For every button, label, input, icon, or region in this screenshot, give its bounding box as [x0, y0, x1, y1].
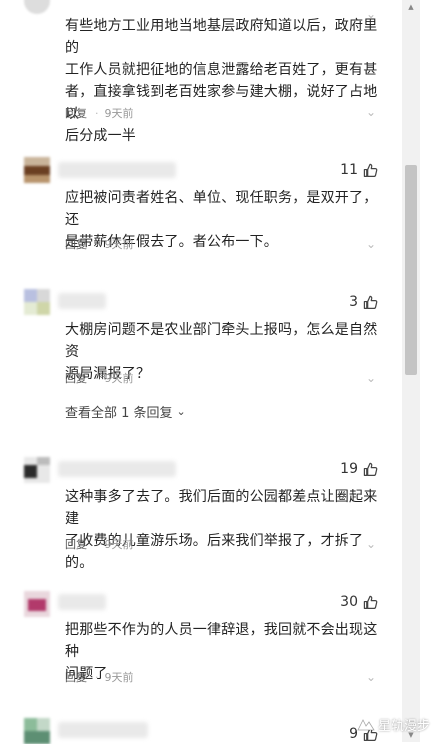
- watermark-text: 星轨漫步: [377, 719, 430, 734]
- scroll-up-arrow-icon[interactable]: ▲: [402, 0, 420, 14]
- more-options-icon[interactable]: ⌄: [364, 7, 378, 21]
- like-button[interactable]: 19: [340, 460, 378, 478]
- more-options-icon[interactable]: ⌄: [364, 371, 378, 385]
- comment-time: 9天前: [104, 107, 134, 120]
- view-all-replies-link[interactable]: 查看全部 1 条回复 ⌄: [65, 402, 186, 421]
- avatar[interactable]: [24, 591, 50, 617]
- avatar[interactable]: [24, 157, 50, 183]
- comment-time: 9天前: [104, 671, 134, 684]
- reply-button[interactable]: 回复: [65, 536, 87, 552]
- username-blurred[interactable]: [58, 162, 176, 178]
- comment-text: 有些地方工业用地当地基层政府知道以后，政府里的 工作人员就把征地的信息泄露给老百…: [65, 18, 378, 144]
- username-blurred[interactable]: [58, 722, 148, 738]
- username-blurred[interactable]: [58, 594, 106, 610]
- comment-time: 9天前: [104, 538, 134, 551]
- watermark: 星轨漫步: [357, 715, 430, 734]
- comment-meta: 回复 · 9天前: [65, 105, 134, 121]
- more-options-icon[interactable]: ⌄: [364, 105, 378, 119]
- more-options-icon[interactable]: ⌄: [364, 670, 378, 684]
- thumbs-up-icon: [363, 295, 378, 309]
- username-blurred[interactable]: [58, 293, 106, 309]
- comment-meta: 回复 · 9天前: [65, 370, 134, 386]
- like-count: 19: [340, 461, 358, 477]
- avatar[interactable]: [24, 289, 50, 315]
- like-button[interactable]: 30: [340, 593, 378, 611]
- avatar[interactable]: [24, 718, 50, 744]
- username-blurred[interactable]: [58, 461, 176, 477]
- like-count: 30: [340, 594, 358, 610]
- top-avatar-fragment: [24, 0, 50, 14]
- comment-time: 9天前: [104, 238, 134, 251]
- reply-button[interactable]: 回复: [65, 370, 87, 386]
- reply-button[interactable]: 回复: [65, 105, 87, 121]
- like-count: 3: [349, 294, 358, 310]
- comment-text: 这种事多了去了。我们后面的公园都差点让圈起来建 了收费的儿童游乐场。后来我们举报…: [65, 489, 378, 571]
- like-button[interactable]: 3: [349, 293, 378, 311]
- reply-button[interactable]: 回复: [65, 236, 87, 252]
- like-button[interactable]: 11: [340, 161, 378, 179]
- more-options-icon[interactable]: ⌄: [364, 237, 378, 251]
- watermark-logo-icon: [357, 718, 375, 730]
- comment-meta: 回复 · 9天前: [65, 236, 134, 252]
- avatar[interactable]: [24, 457, 50, 483]
- comment-meta: 回复 · 9天前: [65, 536, 134, 552]
- comment-meta: 回复 · 9天前: [65, 669, 134, 685]
- more-options-icon[interactable]: ⌄: [364, 537, 378, 551]
- comment-time: 9天前: [104, 372, 134, 385]
- reply-button[interactable]: 回复: [65, 669, 87, 685]
- vertical-scrollbar[interactable]: ▲ ▼: [402, 0, 420, 742]
- chevron-down-icon: ⌄: [176, 405, 186, 418]
- comment-list: 有些地方工业用地当地基层政府知道以后，政府里的 工作人员就把征地的信息泄露给老百…: [0, 0, 402, 744]
- scrollbar-thumb[interactable]: [405, 165, 417, 375]
- thumbs-up-icon: [363, 595, 378, 609]
- like-count: 11: [340, 162, 358, 178]
- thumbs-up-icon: [363, 462, 378, 476]
- thumbs-up-icon: [363, 163, 378, 177]
